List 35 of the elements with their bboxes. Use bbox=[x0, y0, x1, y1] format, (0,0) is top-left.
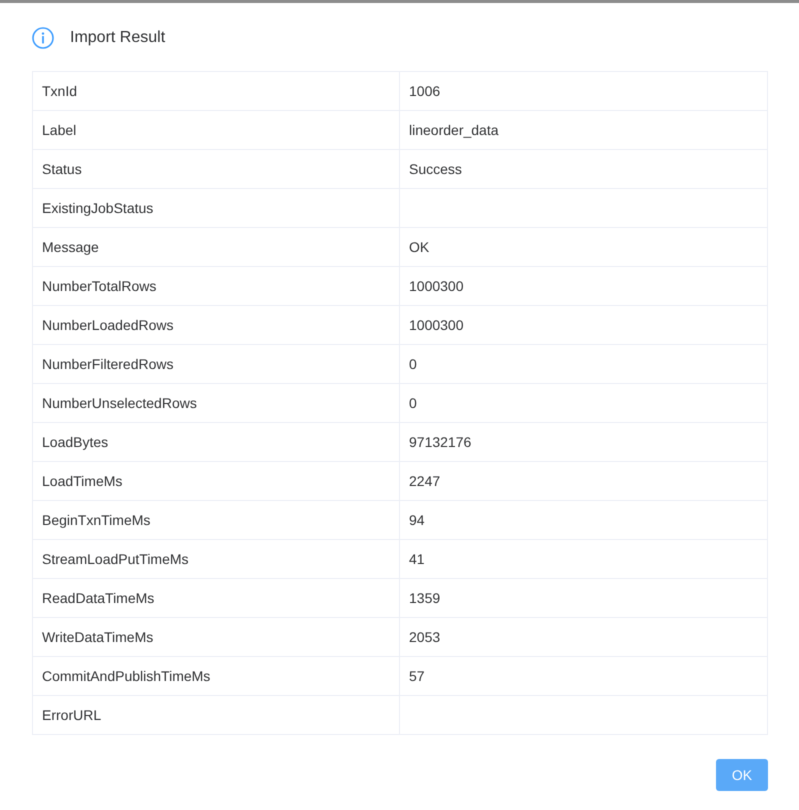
ok-button[interactable]: OK bbox=[716, 759, 768, 791]
info-icon bbox=[32, 27, 54, 49]
table-cell-text: ExistingJobStatus bbox=[41, 199, 154, 218]
table-cell: 2053 bbox=[399, 618, 767, 656]
table-cell-text: NumberFilteredRows bbox=[41, 355, 174, 374]
table-cell: 1359 bbox=[399, 579, 767, 617]
table-cell-text: StreamLoadPutTimeMs bbox=[41, 550, 190, 569]
table-cell: 57 bbox=[399, 657, 767, 695]
table-cell-text: ErrorURL bbox=[41, 706, 102, 725]
table-cell-text: BeginTxnTimeMs bbox=[41, 511, 152, 530]
table-cell: 0 bbox=[399, 345, 767, 383]
table-cell: 1000300 bbox=[399, 267, 767, 305]
table-cell: 97132176 bbox=[399, 423, 767, 461]
table-cell: 94 bbox=[399, 501, 767, 539]
table-cell: 0 bbox=[399, 384, 767, 422]
table-cell-text: CommitAndPublishTimeMs bbox=[41, 667, 212, 686]
table-cell-text: Label bbox=[41, 121, 78, 140]
table-cell: 1000300 bbox=[399, 306, 767, 344]
table-cell-text: TxnId bbox=[41, 82, 78, 101]
table-cell-text: LoadTimeMs bbox=[41, 472, 124, 491]
table-cell: 2247 bbox=[399, 462, 767, 500]
table-cell-text: WriteDataTimeMs bbox=[41, 628, 154, 647]
table-cell-text: NumberLoadedRows bbox=[41, 316, 175, 335]
table-cell-text: Status bbox=[41, 160, 83, 179]
table-cell: Success bbox=[399, 150, 767, 188]
table-cell-text: ReadDataTimeMs bbox=[41, 589, 156, 608]
dialog-title: Import Result bbox=[70, 29, 166, 47]
table-cell: 1006 bbox=[399, 72, 767, 110]
table-cell-text: NumberTotalRows bbox=[41, 277, 158, 296]
table-cell-text: Message bbox=[41, 238, 100, 257]
table-cell-text: LoadBytes bbox=[41, 433, 110, 452]
table-cell: OK bbox=[399, 228, 767, 266]
table-cell-text: NumberUnselectedRows bbox=[41, 394, 198, 413]
table-cell: 41 bbox=[399, 540, 767, 578]
table-cell: lineorder_data bbox=[399, 111, 767, 149]
